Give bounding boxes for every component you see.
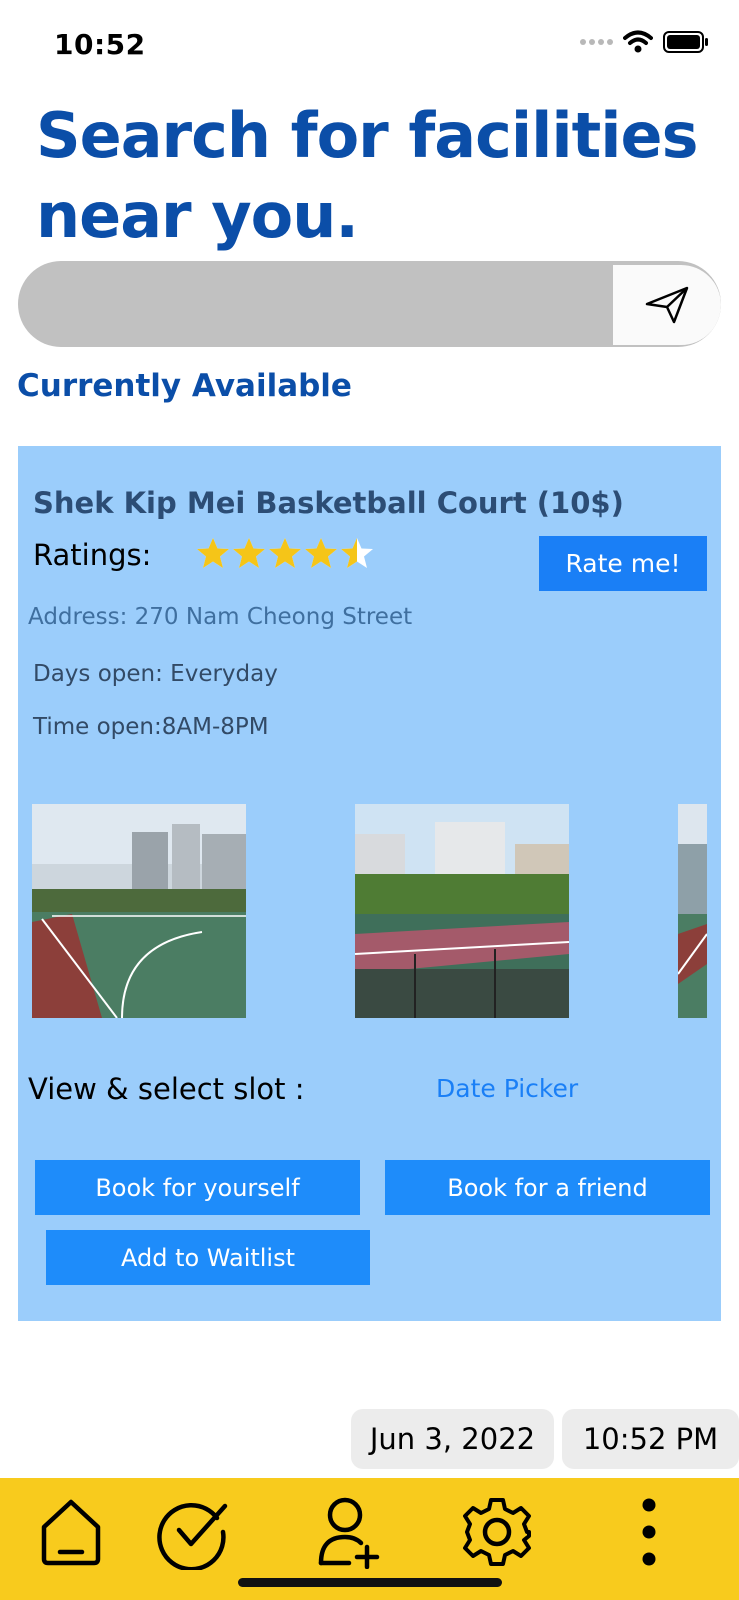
facility-card: Shek Kip Mei Basketball Court (10$) Rati… (18, 446, 721, 1321)
location-button[interactable] (613, 265, 721, 345)
star-icon[interactable] (268, 536, 302, 570)
signal-icon (580, 39, 613, 45)
status-icons (580, 30, 709, 54)
book-yourself-button[interactable]: Book for yourself (35, 1160, 360, 1215)
time-open: Time open:8AM-8PM (33, 714, 269, 740)
star-icon[interactable] (232, 536, 266, 570)
days-open: Days open: Everyday (33, 661, 278, 687)
star-rating[interactable] (196, 536, 374, 570)
status-time: 10:52 (54, 28, 146, 61)
facility-address: Address: 270 Nam Cheong Street (28, 604, 413, 630)
facility-photo[interactable] (355, 804, 569, 1018)
home-icon (41, 1499, 101, 1566)
section-title: Currently Available (17, 368, 352, 404)
ratings-label: Ratings: (33, 538, 152, 572)
location-arrow-icon (645, 286, 689, 324)
facility-name: Shek Kip Mei Basketball Court (10$) (33, 486, 624, 520)
status-bar: 10:52 (0, 0, 739, 90)
star-icon[interactable] (196, 536, 230, 570)
time-display[interactable]: 10:52 PM (562, 1409, 739, 1469)
date-picker[interactable]: Date Picker (436, 1074, 578, 1103)
slot-label: View & select slot : (28, 1072, 305, 1106)
page-title: Search for facilities near you. (36, 99, 698, 252)
book-friend-button[interactable]: Book for a friend (385, 1160, 710, 1215)
more-icon (642, 1498, 656, 1566)
star-icon[interactable] (340, 536, 374, 570)
gear-icon (463, 1498, 531, 1566)
checkmark-icon (157, 1503, 228, 1570)
tab-more[interactable] (609, 1492, 689, 1572)
tab-home[interactable] (31, 1492, 111, 1572)
facility-photo[interactable] (678, 804, 707, 1018)
battery-icon (663, 31, 708, 53)
facility-photo[interactable] (32, 804, 246, 1018)
date-display[interactable]: Jun 3, 2022 (351, 1409, 554, 1469)
tab-settings[interactable] (457, 1492, 537, 1572)
add-person-icon (318, 1497, 380, 1569)
add-waitlist-button[interactable]: Add to Waitlist (46, 1230, 370, 1285)
home-indicator[interactable] (238, 1578, 502, 1587)
wifi-icon (623, 30, 653, 53)
tab-bookings[interactable] (153, 1492, 233, 1572)
star-icon[interactable] (304, 536, 338, 570)
tab-add-friend[interactable] (310, 1492, 390, 1572)
rate-button[interactable]: Rate me! (539, 536, 707, 591)
search-bar[interactable] (18, 261, 721, 347)
